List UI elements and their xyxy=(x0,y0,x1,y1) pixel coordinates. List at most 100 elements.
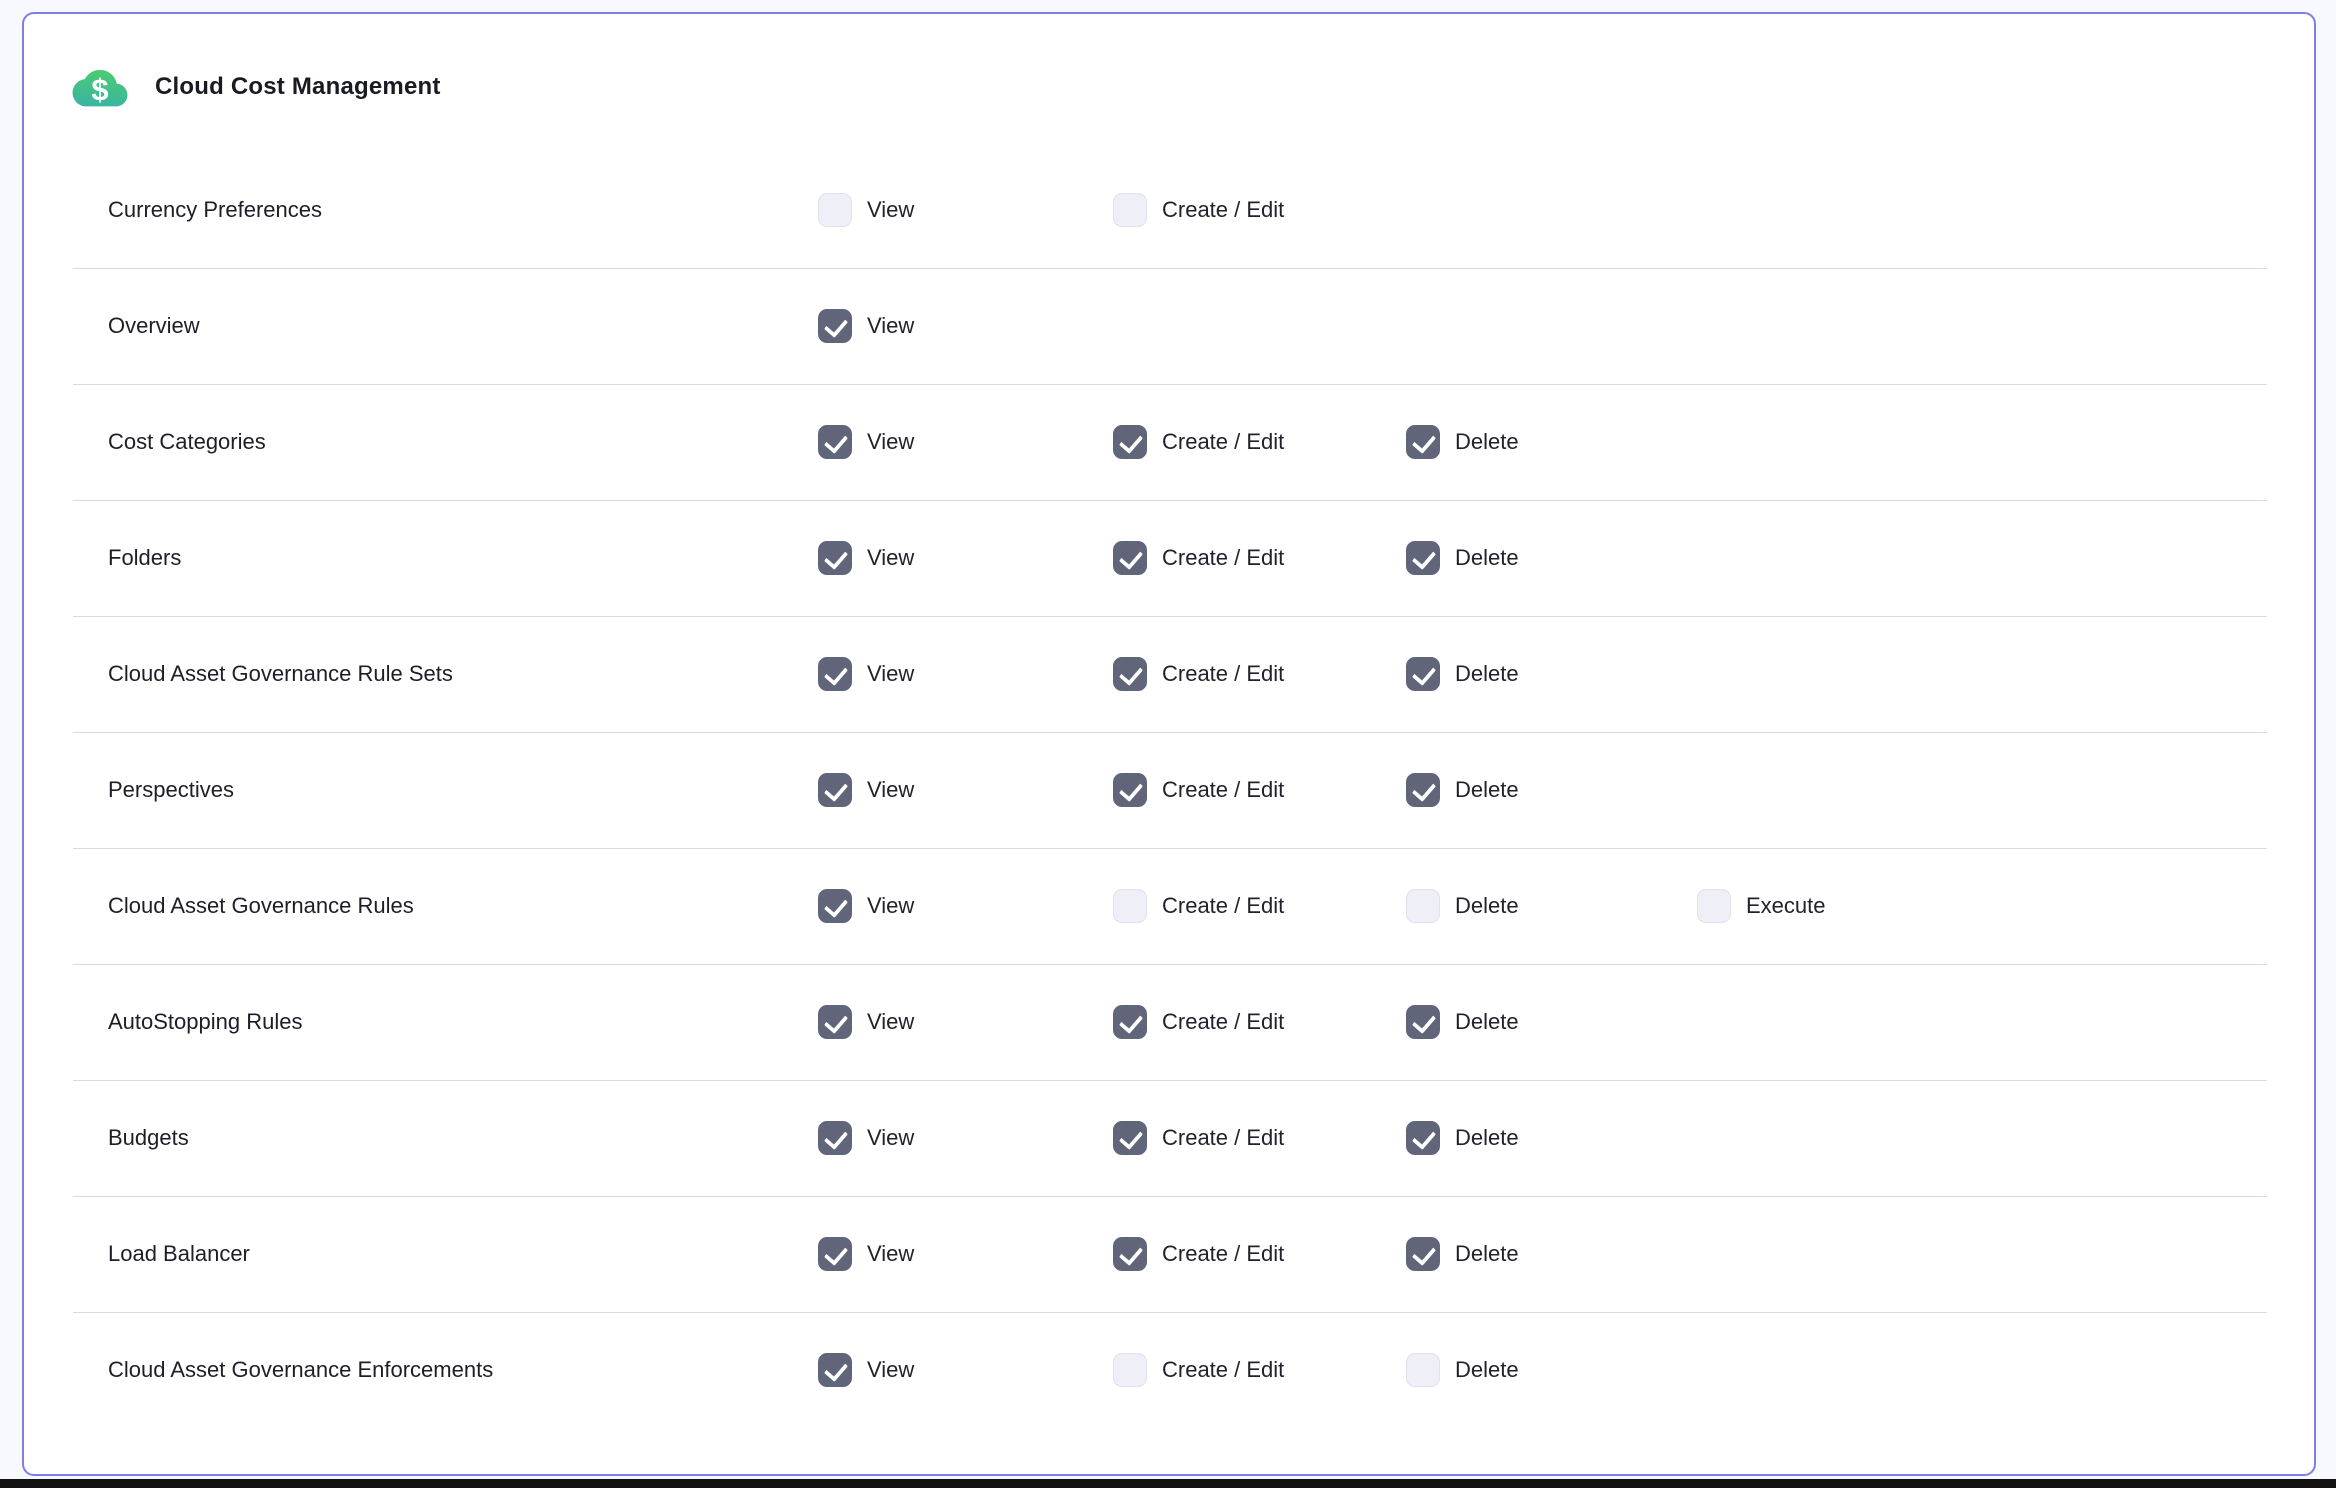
permission-view[interactable]: View xyxy=(818,773,914,807)
create-edit-checkbox[interactable] xyxy=(1113,193,1147,227)
resource-label: Budgets xyxy=(108,1125,189,1151)
permission-view[interactable]: View xyxy=(818,889,914,923)
permission-delete[interactable]: Delete xyxy=(1406,657,1519,691)
permission-view[interactable]: View xyxy=(818,1005,914,1039)
permission-create-edit[interactable]: Create / Edit xyxy=(1113,425,1284,459)
row-currency-preferences: Currency Preferences View Create / Edit xyxy=(24,152,2314,268)
view-checkbox[interactable] xyxy=(818,309,852,343)
view-checkbox[interactable] xyxy=(818,425,852,459)
permission-view[interactable]: View xyxy=(818,1121,914,1155)
create-edit-checkbox[interactable] xyxy=(1113,1005,1147,1039)
view-label: View xyxy=(867,777,914,803)
delete-checkbox[interactable] xyxy=(1406,541,1440,575)
permission-delete[interactable]: Delete xyxy=(1406,889,1519,923)
view-checkbox[interactable] xyxy=(818,193,852,227)
view-checkbox[interactable] xyxy=(818,889,852,923)
permission-delete[interactable]: Delete xyxy=(1406,1237,1519,1271)
view-label: View xyxy=(867,893,914,919)
row-cloud-asset-governance-rule-sets: Cloud Asset Governance Rule Sets View Cr… xyxy=(24,616,2314,732)
permission-view[interactable]: View xyxy=(818,1353,914,1387)
permission-create-edit[interactable]: Create / Edit xyxy=(1113,889,1284,923)
create-edit-checkbox[interactable] xyxy=(1113,773,1147,807)
create-edit-label: Create / Edit xyxy=(1162,1009,1284,1035)
permission-delete[interactable]: Delete xyxy=(1406,425,1519,459)
resource-label: Currency Preferences xyxy=(108,197,322,223)
row-overview: Overview View xyxy=(24,268,2314,384)
delete-checkbox[interactable] xyxy=(1406,1353,1440,1387)
create-edit-checkbox[interactable] xyxy=(1113,657,1147,691)
permission-create-edit[interactable]: Create / Edit xyxy=(1113,1353,1284,1387)
create-edit-checkbox[interactable] xyxy=(1113,889,1147,923)
row-cloud-asset-governance-rules: Cloud Asset Governance Rules View Create… xyxy=(24,848,2314,964)
delete-checkbox[interactable] xyxy=(1406,1005,1440,1039)
resource-label: Cloud Asset Governance Enforcements xyxy=(108,1357,493,1383)
permission-delete[interactable]: Delete xyxy=(1406,773,1519,807)
permission-view[interactable]: View xyxy=(818,541,914,575)
view-label: View xyxy=(867,1009,914,1035)
create-edit-checkbox[interactable] xyxy=(1113,1121,1147,1155)
permission-view[interactable]: View xyxy=(818,193,914,227)
create-edit-label: Create / Edit xyxy=(1162,1241,1284,1267)
create-edit-label: Create / Edit xyxy=(1162,197,1284,223)
delete-label: Delete xyxy=(1455,893,1519,919)
view-label: View xyxy=(867,1357,914,1383)
view-checkbox[interactable] xyxy=(818,657,852,691)
view-checkbox[interactable] xyxy=(818,1005,852,1039)
delete-checkbox[interactable] xyxy=(1406,657,1440,691)
execute-checkbox[interactable] xyxy=(1697,889,1731,923)
permission-create-edit[interactable]: Create / Edit xyxy=(1113,1005,1284,1039)
permission-delete[interactable]: Delete xyxy=(1406,541,1519,575)
resource-label: Perspectives xyxy=(108,777,234,803)
execute-label: Execute xyxy=(1746,893,1826,919)
bottom-edge-bar xyxy=(0,1479,2336,1488)
delete-checkbox[interactable] xyxy=(1406,1121,1440,1155)
row-autostopping-rules: AutoStopping Rules View Create / Edit De… xyxy=(24,964,2314,1080)
view-checkbox[interactable] xyxy=(818,773,852,807)
view-checkbox[interactable] xyxy=(818,541,852,575)
resource-label: Folders xyxy=(108,545,181,571)
permission-view[interactable]: View xyxy=(818,1237,914,1271)
cloud-dollar-icon: $ xyxy=(72,63,128,111)
view-label: View xyxy=(867,1125,914,1151)
create-edit-checkbox[interactable] xyxy=(1113,1353,1147,1387)
view-checkbox[interactable] xyxy=(818,1121,852,1155)
delete-label: Delete xyxy=(1455,1357,1519,1383)
create-edit-label: Create / Edit xyxy=(1162,429,1284,455)
create-edit-label: Create / Edit xyxy=(1162,777,1284,803)
row-perspectives: Perspectives View Create / Edit Delete xyxy=(24,732,2314,848)
delete-checkbox[interactable] xyxy=(1406,773,1440,807)
permission-create-edit[interactable]: Create / Edit xyxy=(1113,193,1284,227)
resource-label: Load Balancer xyxy=(108,1241,250,1267)
permission-create-edit[interactable]: Create / Edit xyxy=(1113,1121,1284,1155)
svg-text:$: $ xyxy=(91,72,108,107)
permission-rows: Currency Preferences View Create / Edit … xyxy=(24,152,2314,1428)
create-edit-checkbox[interactable] xyxy=(1113,541,1147,575)
view-checkbox[interactable] xyxy=(818,1353,852,1387)
create-edit-checkbox[interactable] xyxy=(1113,1237,1147,1271)
permission-view[interactable]: View xyxy=(818,425,914,459)
delete-label: Delete xyxy=(1455,429,1519,455)
permission-execute[interactable]: Execute xyxy=(1697,889,1826,923)
delete-label: Delete xyxy=(1455,1241,1519,1267)
create-edit-label: Create / Edit xyxy=(1162,1125,1284,1151)
permission-view[interactable]: View xyxy=(818,309,914,343)
resource-label: Cloud Asset Governance Rule Sets xyxy=(108,661,453,687)
delete-checkbox[interactable] xyxy=(1406,1237,1440,1271)
permission-create-edit[interactable]: Create / Edit xyxy=(1113,657,1284,691)
create-edit-checkbox[interactable] xyxy=(1113,425,1147,459)
resource-label: Cost Categories xyxy=(108,429,266,455)
permission-create-edit[interactable]: Create / Edit xyxy=(1113,1237,1284,1271)
delete-label: Delete xyxy=(1455,1009,1519,1035)
page-title: Cloud Cost Management xyxy=(155,73,441,101)
delete-checkbox[interactable] xyxy=(1406,425,1440,459)
permission-delete[interactable]: Delete xyxy=(1406,1005,1519,1039)
permission-delete[interactable]: Delete xyxy=(1406,1353,1519,1387)
permission-create-edit[interactable]: Create / Edit xyxy=(1113,541,1284,575)
permission-delete[interactable]: Delete xyxy=(1406,1121,1519,1155)
permission-view[interactable]: View xyxy=(818,657,914,691)
resource-label: Overview xyxy=(108,313,200,339)
create-edit-label: Create / Edit xyxy=(1162,545,1284,571)
permission-create-edit[interactable]: Create / Edit xyxy=(1113,773,1284,807)
view-checkbox[interactable] xyxy=(818,1237,852,1271)
delete-checkbox[interactable] xyxy=(1406,889,1440,923)
